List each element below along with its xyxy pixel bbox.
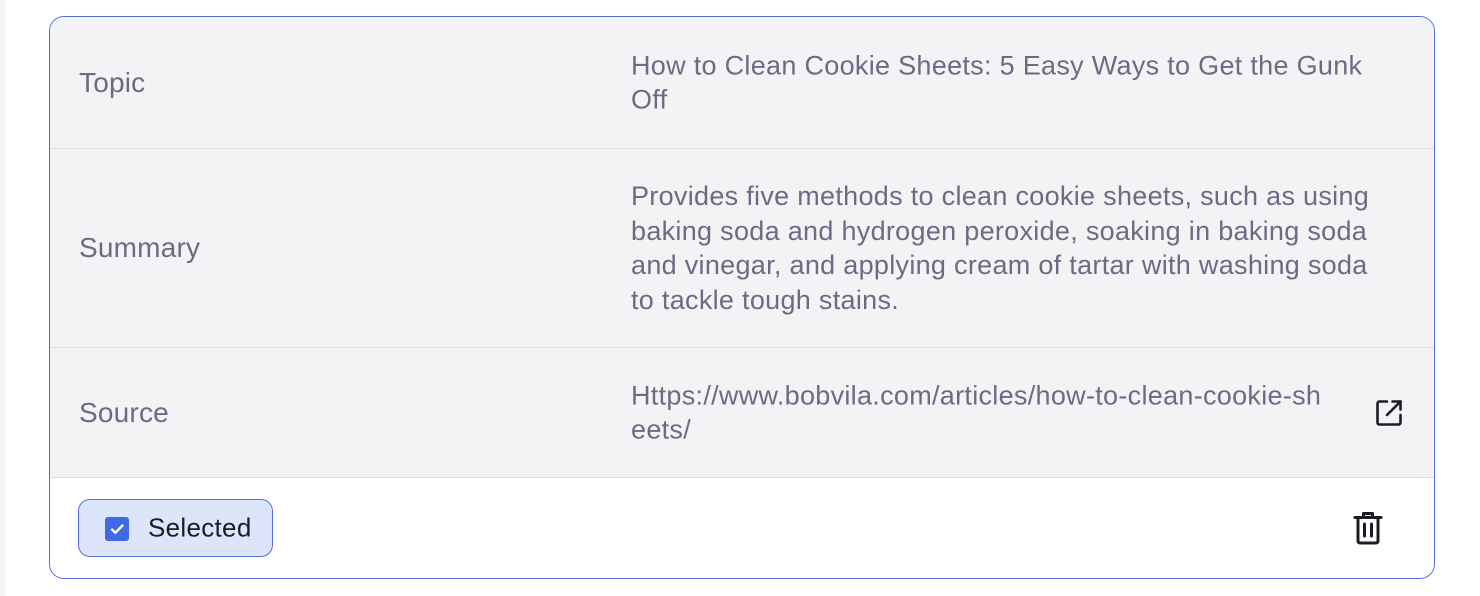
source-row: Source Https://www.bobvila.com/articles/… <box>50 348 1434 478</box>
topic-value: How to Clean Cookie Sheets: 5 Easy Ways … <box>631 50 1363 115</box>
topic-row: Topic How to Clean Cookie Sheets: 5 Easy… <box>50 17 1434 149</box>
source-url[interactable]: Https://www.bobvila.com/articles/how-to-… <box>631 378 1331 447</box>
card-footer: Selected <box>50 478 1434 578</box>
selected-toggle[interactable]: Selected <box>78 499 273 557</box>
topic-label: Topic <box>79 66 146 98</box>
source-card: Topic How to Clean Cookie Sheets: 5 Easy… <box>49 16 1435 579</box>
selected-checkbox[interactable] <box>105 517 129 541</box>
summary-value: Provides five methods to clean cookie sh… <box>631 181 1370 315</box>
source-label: Source <box>79 396 169 428</box>
trash-icon[interactable] <box>1350 510 1386 546</box>
summary-label: Summary <box>79 232 201 263</box>
summary-row: Summary Provides five methods to clean c… <box>50 149 1434 348</box>
external-link-icon[interactable] <box>1373 397 1405 429</box>
selected-label: Selected <box>148 512 252 543</box>
